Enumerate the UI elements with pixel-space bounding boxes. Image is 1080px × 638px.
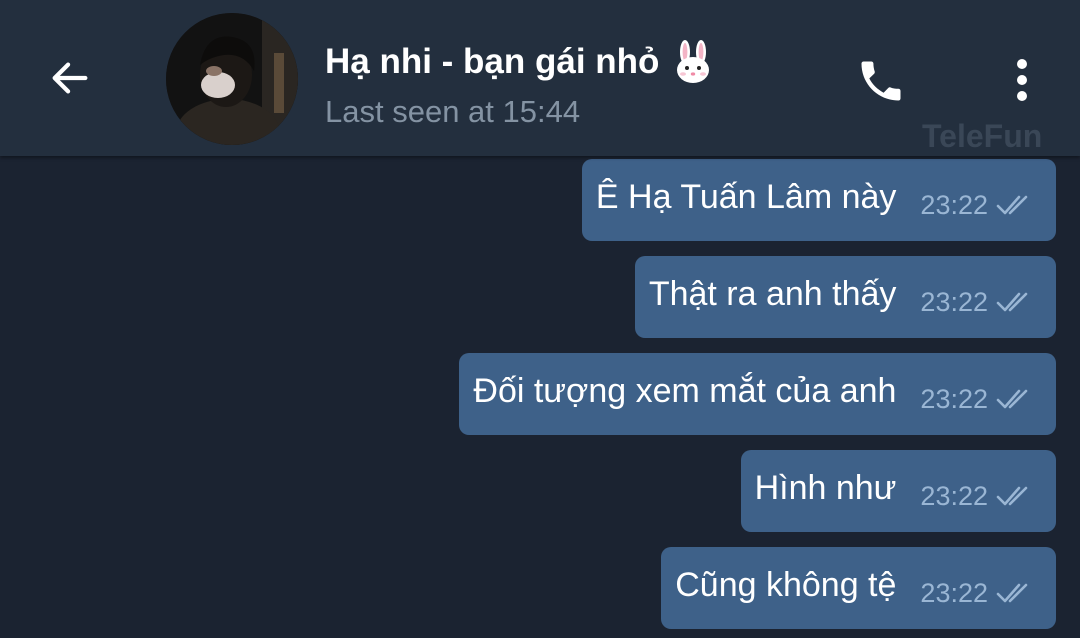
message-meta: 23:22 <box>920 384 1034 415</box>
double-check-icon <box>996 583 1028 603</box>
message-meta: 23:22 <box>920 578 1034 609</box>
message-time: 23:22 <box>920 577 988 608</box>
message-time: 23:22 <box>920 480 988 511</box>
message-text: Hình như <box>754 468 897 507</box>
more-options-button[interactable] <box>1000 52 1044 108</box>
message-bubble[interactable]: Đối tượng xem mắt của anh 23:22 <box>459 353 1056 435</box>
message-bubble[interactable]: Ê Hạ Tuấn Lâm này 23:22 <box>581 159 1056 241</box>
message-list[interactable]: Ê Hạ Tuấn Lâm này 23:22 Thật ra anh thấy… <box>0 156 1080 638</box>
phone-icon <box>861 61 901 101</box>
message-time: 23:22 <box>920 286 988 317</box>
double-check-icon <box>996 389 1028 409</box>
back-button[interactable] <box>40 48 100 108</box>
more-vertical-icon <box>1017 59 1027 101</box>
message-text: Ê Hạ Tuấn Lâm này <box>595 177 897 216</box>
arrow-left-icon <box>52 62 88 94</box>
avatar-photo <box>166 13 298 145</box>
message-meta: 23:22 <box>920 481 1034 512</box>
chat-header: Hạ nhi - bạn gái nhỏ Last seen at 15:44 <box>0 0 1080 156</box>
message-time: 23:22 <box>920 383 988 414</box>
double-check-icon <box>996 195 1028 215</box>
call-button[interactable] <box>850 50 912 112</box>
message-meta: 23:22 <box>920 287 1034 318</box>
message-text: Đối tượng xem mắt của anh <box>473 371 897 410</box>
double-check-icon <box>996 486 1028 506</box>
avatar[interactable] <box>166 13 298 145</box>
message-bubble[interactable]: Cũng không tệ 23:22 <box>661 547 1056 629</box>
message-meta: 23:22 <box>920 190 1034 221</box>
watermark: TeleFun <box>922 118 1043 154</box>
message-text: Thật ra anh thấy <box>648 274 897 313</box>
contact-name: Hạ nhi - bạn gái nhỏ <box>325 42 660 81</box>
message-time: 23:22 <box>920 189 988 220</box>
message-bubble[interactable]: Hình như 23:22 <box>740 450 1056 532</box>
rabbit-face-icon <box>671 40 715 84</box>
last-seen-status: Last seen at 15:44 <box>325 94 581 129</box>
message-bubble[interactable]: Thật ra anh thấy 23:22 <box>634 256 1056 338</box>
double-check-icon <box>996 292 1028 312</box>
message-text: Cũng không tệ <box>675 565 897 604</box>
contact-name-row[interactable]: Hạ nhi - bạn gái nhỏ <box>325 40 715 84</box>
